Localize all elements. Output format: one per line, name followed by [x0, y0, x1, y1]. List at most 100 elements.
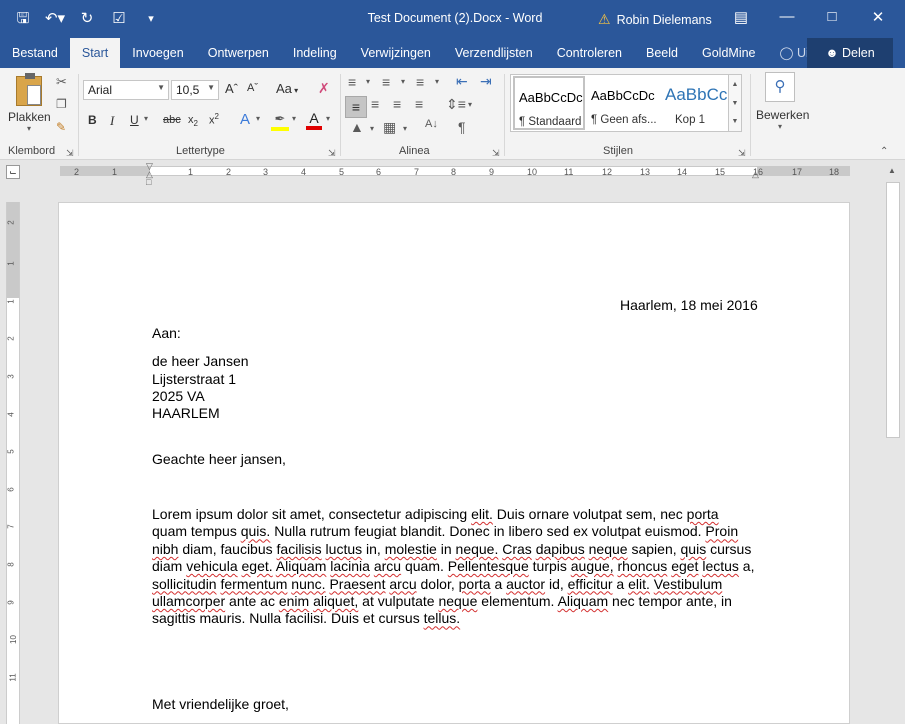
italic-icon[interactable]: I: [110, 113, 114, 129]
share-button[interactable]: ☻ Delen: [807, 38, 893, 68]
style-standaard[interactable]: AaBbCcDc ¶ Standaard: [513, 76, 585, 130]
scroll-down-icon[interactable]: ▼: [729, 94, 741, 113]
font-color-icon[interactable]: A: [306, 110, 322, 130]
justify-icon[interactable]: ≡: [415, 96, 423, 112]
shading-icon[interactable]: ▲: [350, 119, 364, 135]
ribbon-display-options-icon[interactable]: ▤: [726, 8, 756, 26]
numbering-icon[interactable]: ≡: [382, 74, 390, 90]
tab-indeling[interactable]: Indeling: [281, 38, 349, 68]
chevron-down-icon[interactable]: ▾: [435, 77, 439, 86]
more-styles-icon[interactable]: ▼: [729, 113, 741, 131]
style-name: Kop 1: [675, 114, 706, 126]
vertical-ruler[interactable]: 2 1 1 2 3 4 5 6 7 8 9 10 11: [6, 202, 20, 724]
font-size-combo[interactable]: 10,5 ▼: [171, 80, 219, 100]
chevron-down-icon[interactable]: ▾: [292, 114, 296, 123]
change-case-button[interactable]: Aa ▾: [276, 81, 298, 96]
scroll-up-icon[interactable]: ▲: [888, 166, 896, 175]
decrease-indent-icon[interactable]: ⇤: [456, 73, 468, 90]
tab-start[interactable]: Start: [69, 38, 121, 68]
style-kop-1[interactable]: AaBbCc Kop 1: [661, 76, 733, 130]
shrink-font-icon[interactable]: Aˇ: [247, 82, 258, 94]
tab-controleren[interactable]: Controleren: [545, 38, 634, 68]
sort-icon[interactable]: A↓: [425, 118, 438, 130]
align-left-icon[interactable]: ≡: [345, 96, 367, 118]
ruler-number: 7: [414, 167, 420, 177]
salutation: Geachte heer jansen,: [152, 451, 286, 467]
collapse-ribbon-icon[interactable]: ⌃: [880, 146, 888, 157]
align-center-icon[interactable]: ≡: [371, 96, 379, 112]
chevron-down-icon[interactable]: ▾: [468, 100, 472, 109]
clear-formatting-icon[interactable]: ✗: [318, 80, 330, 97]
maximize-button[interactable]: □: [817, 8, 847, 25]
chevron-down-icon[interactable]: ▾: [144, 114, 148, 123]
bullets-icon[interactable]: ≡: [348, 74, 356, 90]
vertical-scrollbar[interactable]: ▲: [885, 164, 901, 724]
tab-ontwerpen[interactable]: Ontwerpen: [196, 38, 281, 68]
cut-icon[interactable]: ✂: [56, 74, 67, 90]
increase-indent-icon[interactable]: ⇥: [480, 73, 492, 90]
ruler-number: 3: [263, 167, 269, 177]
ruler-number: 9: [489, 167, 495, 177]
checkbox-icon[interactable]: ☑: [108, 8, 130, 30]
line-spacing-icon[interactable]: ⇕≡: [446, 96, 466, 113]
closing: Met vriendelijke groet,: [152, 696, 289, 712]
copy-icon[interactable]: ❐: [56, 97, 67, 111]
paste-label: Plakken: [8, 110, 51, 124]
grow-font-icon[interactable]: Aˆ: [225, 81, 238, 96]
customize-qat-icon[interactable]: ▾: [140, 8, 162, 30]
paste-button[interactable]: Plakken ▾: [8, 73, 51, 138]
strikethrough-icon[interactable]: abc: [163, 114, 181, 126]
vruler-number: 2: [6, 336, 16, 341]
show-formatting-icon[interactable]: ¶: [458, 119, 466, 135]
tab-selector-icon[interactable]: ⌙: [6, 165, 20, 179]
chevron-down-icon[interactable]: ▾: [366, 77, 370, 86]
tab-verwijzingen[interactable]: Verwijzingen: [349, 38, 443, 68]
chevron-down-icon[interactable]: ▾: [403, 124, 407, 133]
scrollbar-thumb[interactable]: [886, 182, 900, 438]
paragraph-launcher-icon[interactable]: ⇲: [492, 148, 500, 159]
underline-icon[interactable]: U: [130, 113, 139, 127]
chevron-down-icon[interactable]: ▾: [401, 77, 405, 86]
tab-beeld[interactable]: Beeld: [634, 38, 690, 68]
font-name-combo[interactable]: Arial ▼: [83, 80, 169, 100]
editing-button[interactable]: ⚲ Bewerken ▾: [756, 72, 809, 131]
chevron-down-icon[interactable]: ▾: [326, 114, 330, 123]
tab-goldmine[interactable]: GoldMine: [690, 38, 768, 68]
close-button[interactable]: ✕: [863, 8, 893, 26]
clipboard-launcher-icon[interactable]: ⇲: [66, 148, 74, 159]
divider: [340, 74, 341, 156]
chevron-down-icon: ▼: [157, 83, 165, 92]
superscript-icon[interactable]: x2: [209, 112, 219, 127]
format-painter-icon[interactable]: ✎: [56, 120, 66, 134]
highlight-icon[interactable]: ✒: [271, 111, 289, 131]
redo-icon[interactable]: ↻: [76, 8, 98, 30]
indent-marker-icon[interactable]: ▽ △ □: [146, 162, 153, 187]
styles-launcher-icon[interactable]: ⇲: [738, 148, 746, 159]
minimize-button[interactable]: —: [772, 8, 802, 25]
bold-icon[interactable]: B: [88, 113, 97, 127]
chevron-down-icon[interactable]: ▾: [370, 124, 374, 133]
warning-icon: ⚠: [598, 11, 611, 27]
horizontal-ruler[interactable]: ⌙ 2 1 1 2 3 4 5 6 7 8 9 10 11 12 13 14 15 16 17 18 ▽ △ □ △: [0, 160, 905, 187]
right-indent-marker-icon[interactable]: △: [752, 169, 759, 180]
subscript-icon[interactable]: x2: [188, 114, 198, 128]
ruler-number: 5: [339, 167, 345, 177]
borders-icon[interactable]: ▦: [383, 119, 396, 136]
document-page[interactable]: Haarlem, 18 mei 2016 Aan: de heer Jansen…: [58, 202, 850, 724]
text-effects-icon[interactable]: A: [240, 111, 250, 128]
chevron-down-icon[interactable]: ▾: [256, 114, 260, 123]
font-launcher-icon[interactable]: ⇲: [328, 148, 336, 159]
ruler-number: 4: [301, 167, 307, 177]
save-icon[interactable]: 🖫: [12, 8, 34, 30]
align-right-icon[interactable]: ≡: [393, 96, 401, 112]
tab-invoegen[interactable]: Invoegen: [120, 38, 195, 68]
tab-verzendlijsten[interactable]: Verzendlijsten: [443, 38, 545, 68]
multilevel-list-icon[interactable]: ≡: [416, 74, 424, 90]
scroll-up-icon[interactable]: ▲: [729, 75, 741, 94]
undo-icon[interactable]: ↶▾: [44, 8, 66, 30]
tab-bestand[interactable]: Bestand: [0, 38, 70, 68]
account[interactable]: ⚠ Robin Dielemans: [598, 11, 712, 28]
clipboard-group-label: Klembord: [8, 145, 56, 157]
style-geen-afstand[interactable]: AaBbCcDc ¶ Geen afs...: [587, 76, 659, 130]
ruler-number: 2: [226, 167, 232, 177]
